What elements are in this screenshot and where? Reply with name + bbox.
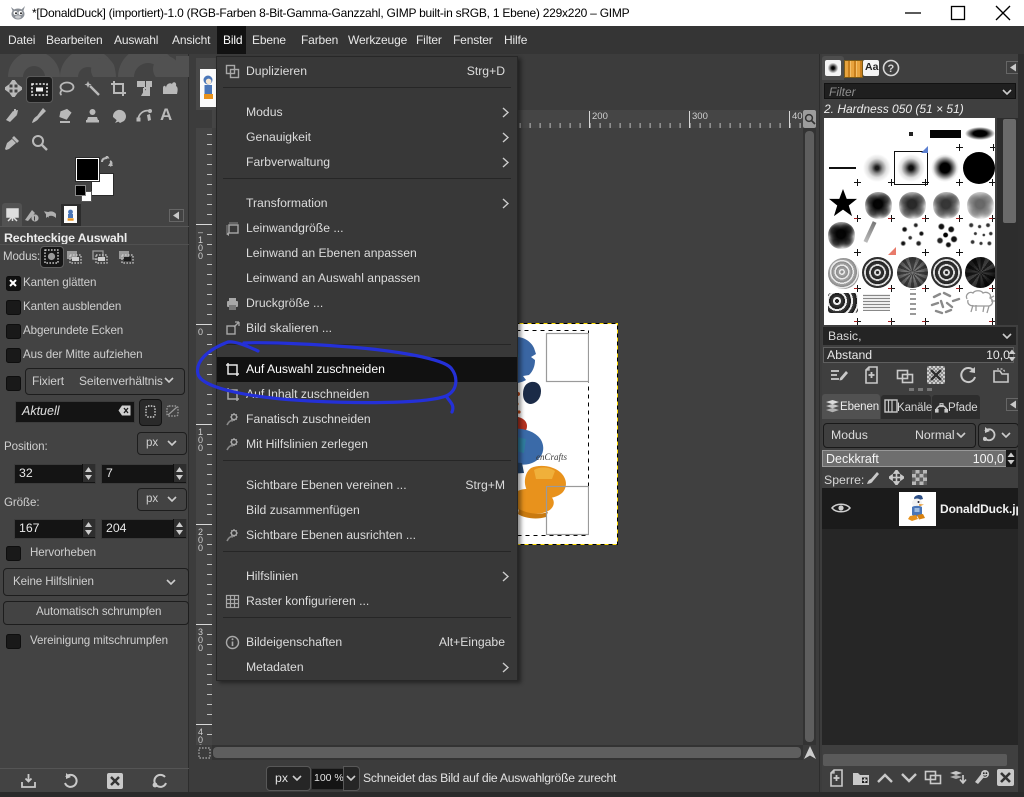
svg-text:?: ? (888, 63, 895, 75)
svg-text:i: i (34, 216, 36, 222)
